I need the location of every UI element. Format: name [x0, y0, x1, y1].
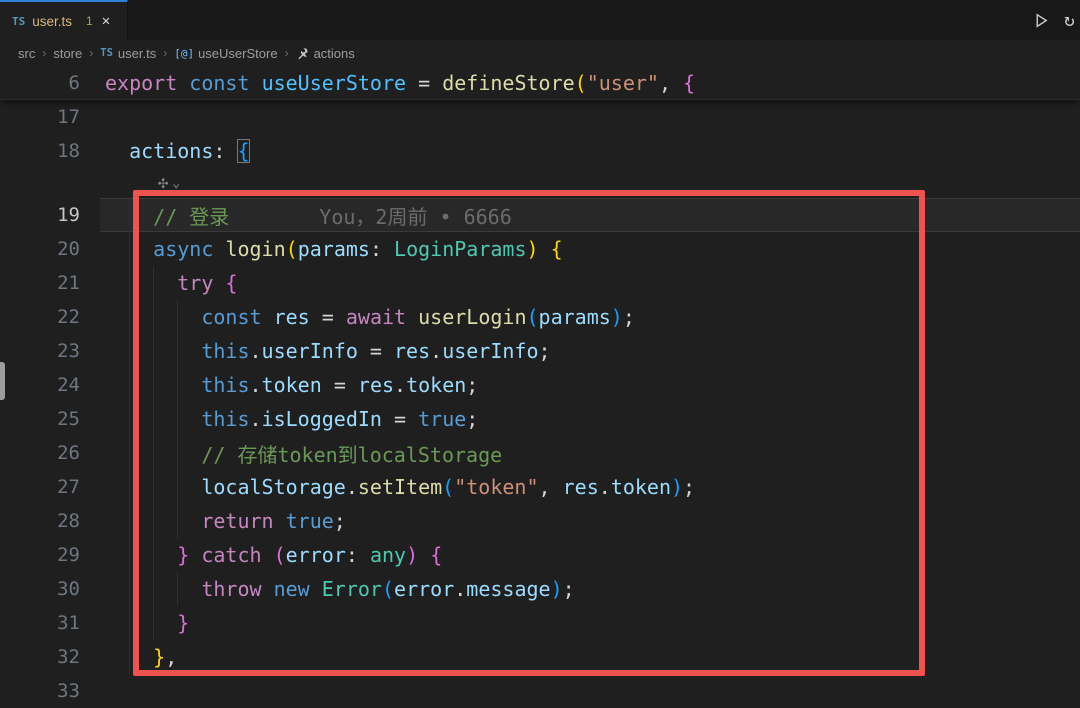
code-text: actions: {: [100, 139, 250, 163]
code-text: this.token = res.token;: [100, 373, 478, 397]
line-number[interactable]: 23: [0, 340, 100, 362]
code-text: throw new Error(error.message);: [100, 577, 575, 601]
tab-problem-badge: 1: [86, 14, 93, 28]
history-icon[interactable]: ↻: [1064, 10, 1078, 31]
line-number[interactable]: 21: [0, 272, 100, 294]
code-line[interactable]: 27 localStorage.setItem("token", res.tok…: [0, 470, 1080, 504]
code-text: try {: [100, 271, 237, 295]
close-icon[interactable]: ✕: [102, 13, 110, 29]
code-line[interactable]: 21 try {: [0, 266, 1080, 300]
git-blame-annotation: You，2周前 • 6666: [319, 205, 511, 229]
chevron-right-icon: ›: [42, 46, 46, 60]
line-number[interactable]: 29: [0, 544, 100, 566]
line-number[interactable]: 6: [0, 72, 100, 94]
line-number[interactable]: 30: [0, 578, 100, 600]
line-number[interactable]: 24: [0, 374, 100, 396]
code-line[interactable]: 19 // 登录You，2周前 • 6666: [0, 198, 1080, 232]
code-line[interactable]: 18 actions: {: [0, 134, 1080, 168]
breadcrumb-store[interactable]: store: [53, 46, 82, 61]
code-line[interactable]: 31 }: [0, 606, 1080, 640]
chevron-right-icon: ›: [163, 46, 167, 60]
sticky-scroll-line[interactable]: 6export const useUserStore = defineStore…: [0, 66, 1080, 100]
line-number[interactable]: 31: [0, 612, 100, 634]
code-text: export const useUserStore = defineStore(…: [100, 71, 695, 95]
code-text: async login(params: LoginParams) {: [100, 237, 563, 261]
symbol-property-wrench-icon: [296, 47, 309, 60]
line-number[interactable]: 28: [0, 510, 100, 532]
ai-assistant-menu[interactable]: ✣⌄: [158, 173, 180, 193]
breadcrumb-useuserstore[interactable]: useUserStore: [198, 46, 277, 61]
breadcrumb-actions[interactable]: actions: [314, 46, 355, 61]
code-text: this.isLoggedIn = true;: [100, 407, 478, 431]
line-number[interactable]: 33: [0, 680, 100, 702]
code-line[interactable]: 28 return true;: [0, 504, 1080, 538]
code-line[interactable]: 30 throw new Error(error.message);: [0, 572, 1080, 606]
code-line[interactable]: 33: [0, 674, 1080, 708]
code-line[interactable]: 23 this.userInfo = res.userInfo;: [0, 334, 1080, 368]
code-text: const res = await userLogin(params);: [100, 305, 635, 329]
code-line[interactable]: 24 this.token = res.token;: [0, 368, 1080, 402]
line-number[interactable]: 22: [0, 306, 100, 328]
tab-bar: TS user.ts 1 ✕ ↻: [0, 0, 1080, 40]
code-text: }: [100, 611, 189, 635]
typescript-file-icon: TS: [12, 15, 25, 28]
editor-actions: ↻: [1033, 0, 1080, 40]
line-number[interactable]: 17: [0, 106, 100, 128]
run-icon[interactable]: [1033, 12, 1050, 29]
code-line[interactable]: 22 const res = await userLogin(params);: [0, 300, 1080, 334]
breadcrumb: src › store › TS user.ts › [@] useUserSt…: [0, 40, 1080, 66]
line-number[interactable]: 26: [0, 442, 100, 464]
inline-ai-widget-row: ✣⌄: [0, 168, 1080, 198]
chevron-right-icon: ›: [285, 46, 289, 60]
code-line[interactable]: 25 this.isLoggedIn = true;: [0, 402, 1080, 436]
code-text: },: [100, 645, 177, 669]
code-text: return true;: [100, 509, 346, 533]
code-line[interactable]: 20 async login(params: LoginParams) {: [0, 232, 1080, 266]
line-number[interactable]: 18: [0, 140, 100, 162]
ai-assistant-icon[interactable]: ✣: [158, 173, 168, 193]
left-edge-handle[interactable]: [0, 362, 5, 400]
line-number[interactable]: 25: [0, 408, 100, 430]
symbol-constant-icon: [@]: [174, 47, 194, 60]
code-text: this.userInfo = res.userInfo;: [100, 339, 551, 363]
line-number[interactable]: 20: [0, 238, 100, 260]
line-number[interactable]: 27: [0, 476, 100, 498]
breadcrumb-src[interactable]: src: [18, 46, 35, 61]
code-line[interactable]: 32 },: [0, 640, 1080, 674]
tab-user-ts[interactable]: TS user.ts 1 ✕: [0, 0, 128, 40]
line-number[interactable]: 19: [0, 204, 100, 226]
code-text: localStorage.setItem("token", res.token)…: [100, 475, 695, 499]
code-text: } catch (error: any) {: [100, 543, 442, 567]
breadcrumb-user-ts[interactable]: user.ts: [118, 46, 156, 61]
code-line[interactable]: 29 } catch (error: any) {: [0, 538, 1080, 572]
code-line[interactable]: 17: [0, 100, 1080, 134]
code-text: // 登录You，2周前 • 6666: [100, 201, 512, 230]
code-lines: 1718 actions: {✣⌄19 // 登录You，2周前 • 66662…: [0, 100, 1080, 708]
code-line[interactable]: 6export const useUserStore = defineStore…: [0, 66, 1080, 100]
chevron-down-icon[interactable]: ⌄: [172, 176, 180, 191]
tab-filename: user.ts: [32, 14, 72, 29]
typescript-file-icon: TS: [100, 47, 113, 59]
code-line[interactable]: 26 // 存储token到localStorage: [0, 436, 1080, 470]
code-text: // 存储token到localStorage: [100, 439, 502, 468]
chevron-right-icon: ›: [89, 46, 93, 60]
line-number[interactable]: 32: [0, 646, 100, 668]
